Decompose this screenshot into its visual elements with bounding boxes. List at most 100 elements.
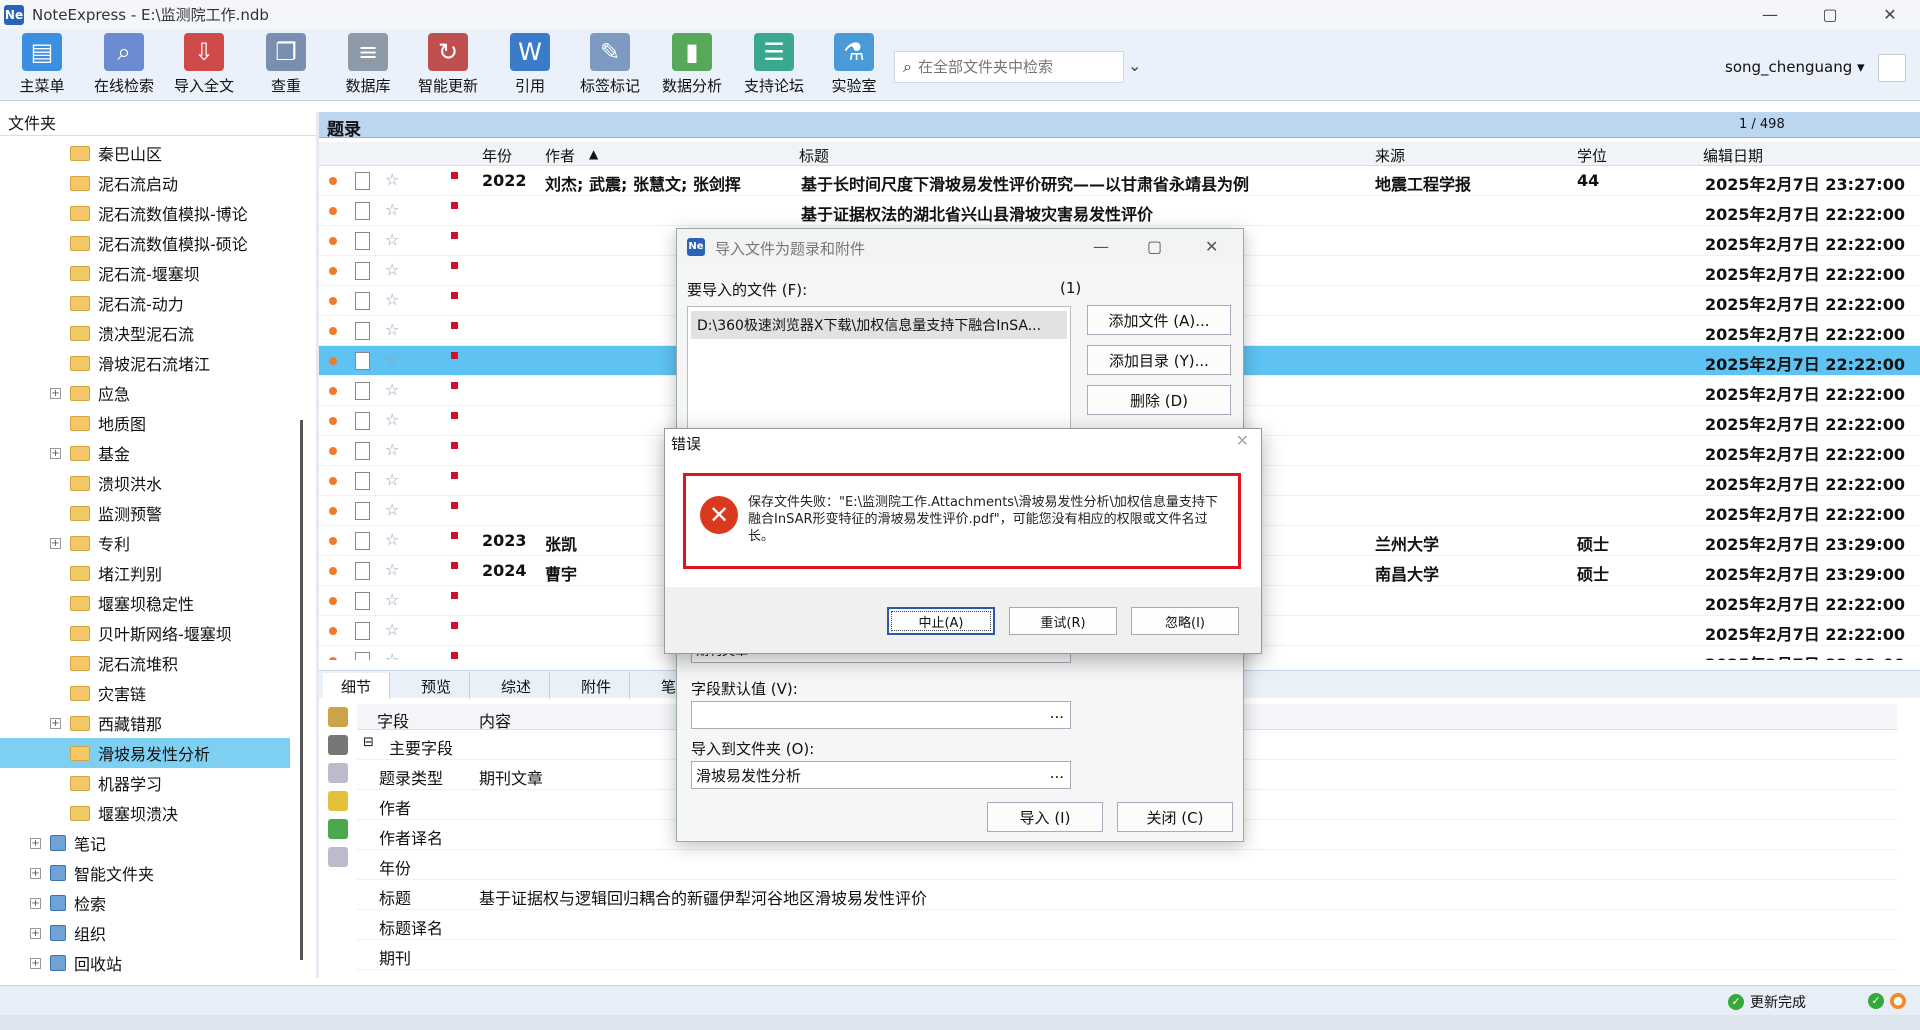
star-icon[interactable]: ☆ [385, 440, 399, 459]
field-row[interactable]: 标题 基于证据权与逻辑回归耦合的新疆伊犁河谷地区滑坡易发性评价 [357, 880, 1897, 910]
folder-item[interactable]: 泥石流数值模拟-硕论 [70, 228, 290, 258]
folder-scrollbar[interactable] [300, 420, 303, 960]
folder-item[interactable]: 滑坡易发性分析 [0, 738, 290, 768]
star-icon[interactable]: ☆ [385, 560, 399, 579]
folder-item[interactable]: + 应急 [50, 378, 290, 408]
file-list[interactable]: D:\360极速浏览器X下载\加权信息量支持下融合InSA... [687, 306, 1071, 436]
maximize-button[interactable]: ▢ [1800, 0, 1860, 29]
folder-item[interactable]: 地质图 [70, 408, 290, 438]
search-input[interactable] [917, 58, 1108, 76]
folder-item[interactable]: 滑坡泥石流堵江 [70, 348, 290, 378]
minimize-icon[interactable]: — [1093, 237, 1109, 256]
expand-icon[interactable]: + [50, 538, 61, 549]
star-icon[interactable]: ☆ [385, 410, 399, 429]
main-menu-button[interactable]: ▤ 主菜单 [6, 33, 78, 97]
online-search-button[interactable]: ⌕ 在线检索 [88, 33, 160, 97]
save-icon[interactable] [328, 735, 348, 755]
folder-item[interactable]: + 智能文件夹 [30, 858, 290, 888]
field-row[interactable]: 年份 [357, 850, 1897, 880]
column-header[interactable]: 年份 作者 ▲ 标题 来源 学位 编辑日期 [319, 142, 1920, 166]
folder-item[interactable]: 泥石流-动力 [70, 288, 290, 318]
avatar[interactable] [1878, 54, 1906, 82]
field-row[interactable]: 标题译名 [357, 910, 1897, 940]
column-title[interactable]: 标题 [799, 145, 829, 166]
column-year[interactable]: 年份 [482, 145, 512, 166]
folder-item[interactable]: 溃决型泥石流 [70, 318, 290, 348]
close-icon[interactable]: ✕ [1205, 237, 1218, 256]
folder-item[interactable]: 溃坝洪水 [70, 468, 290, 498]
expand-icon[interactable]: + [50, 388, 61, 399]
tab-detail[interactable]: 细节 [323, 673, 391, 699]
folder-item[interactable]: 堰塞坝溃决 [70, 798, 290, 828]
folder-item[interactable]: + 检索 [30, 888, 290, 918]
tab-attachments[interactable]: 附件 [563, 673, 631, 699]
expand-icon[interactable]: + [50, 448, 61, 459]
table-row[interactable]: ☆ 基于证据权法的湖北省兴山县滑坡灾害易发性评价 2025年2月7日 22:22:0… [319, 196, 1920, 226]
expand-icon[interactable]: + [30, 958, 41, 969]
folder-item[interactable]: + 笔记 [30, 828, 290, 858]
collapse-icon[interactable]: ⊟ [363, 735, 374, 750]
field-row[interactable]: 期刊 [357, 940, 1897, 970]
folder-item[interactable]: 灾害链 [70, 678, 290, 708]
folder-item[interactable]: + 专利 [50, 528, 290, 558]
column-author[interactable]: 作者 [545, 145, 575, 166]
copy-icon[interactable] [328, 763, 348, 783]
star-icon[interactable]: ☆ [385, 590, 399, 609]
folder-item[interactable]: 贝叶斯网络-堰塞坝 [70, 618, 290, 648]
field-value[interactable]: 基于证据权与逻辑回归耦合的新疆伊犁河谷地区滑坡易发性评价 [479, 885, 927, 909]
folder-item[interactable]: 监测预警 [70, 498, 290, 528]
star-icon[interactable]: ☆ [385, 230, 399, 249]
more-icon[interactable]: ... [1050, 764, 1064, 782]
smart-update-button[interactable]: ↻ 智能更新 [412, 33, 484, 97]
close-dialog-button[interactable]: 关闭 (C) [1117, 802, 1233, 832]
star-icon[interactable]: ☆ [385, 620, 399, 639]
field-value[interactable]: 期刊文章 [479, 765, 543, 789]
folder-item[interactable]: 泥石流-堰塞坝 [70, 258, 290, 288]
clean-icon[interactable] [328, 791, 348, 811]
star-icon[interactable]: ☆ [385, 320, 399, 339]
default-field[interactable]: ... [691, 701, 1071, 729]
add-file-button[interactable]: 添加文件 (A)... [1087, 305, 1231, 335]
retry-button[interactable]: 重试(R) [1009, 607, 1117, 635]
folder-item[interactable]: 泥石流数值模拟-博论 [70, 198, 290, 228]
close-button[interactable]: ✕ [1860, 0, 1920, 29]
duplicate-check-button[interactable]: ❐ 查重 [250, 33, 322, 97]
folder-item[interactable]: 泥石流启动 [70, 168, 290, 198]
star-icon[interactable]: ☆ [385, 350, 399, 369]
folder-item[interactable]: 机器学习 [70, 768, 290, 798]
star-icon[interactable]: ☆ [385, 650, 399, 660]
star-icon[interactable]: ☆ [385, 530, 399, 549]
column-date[interactable]: 编辑日期 [1703, 145, 1763, 166]
star-icon[interactable]: ☆ [385, 470, 399, 489]
chevron-down-icon[interactable]: ⌄ [1128, 56, 1141, 75]
folder-item[interactable]: + 组织 [30, 918, 290, 948]
folder-tree[interactable]: 秦巴山区 泥石流启动 泥石流数值模拟-博论 泥石流数值模拟-硕论 泥石流-堰塞坝 泥石流-… [0, 138, 300, 978]
folder-item[interactable]: 泥石流堆积 [70, 648, 290, 678]
column-source[interactable]: 来源 [1375, 145, 1405, 166]
star-icon[interactable]: ☆ [385, 500, 399, 519]
more-icon[interactable]: ... [1050, 704, 1064, 722]
folder-item[interactable]: 堰塞坝稳定性 [70, 588, 290, 618]
target-folder-field[interactable]: 滑坡易发性分析 ... [691, 761, 1071, 789]
star-icon[interactable]: ☆ [385, 290, 399, 309]
star-icon[interactable]: ☆ [385, 200, 399, 219]
column-degree[interactable]: 学位 [1577, 145, 1607, 166]
tab-preview[interactable]: 预览 [403, 673, 471, 699]
database-button[interactable]: ≡ 数据库 [332, 33, 404, 97]
add-dir-button[interactable]: 添加目录 (Y)... [1087, 345, 1231, 375]
star-icon[interactable]: ☆ [385, 380, 399, 399]
expand-icon[interactable]: + [30, 898, 41, 909]
data-analysis-button[interactable]: ▮ 数据分析 [656, 33, 728, 97]
maximize-icon[interactable]: ▢ [1147, 237, 1162, 256]
folder-item[interactable]: + 基金 [50, 438, 290, 468]
star-icon[interactable]: ☆ [385, 260, 399, 279]
star-icon[interactable]: ☆ [385, 170, 399, 189]
ignore-button[interactable]: 忽略(I) [1131, 607, 1239, 635]
expand-icon[interactable]: + [50, 718, 61, 729]
expand-icon[interactable]: + [30, 838, 41, 849]
cite-button[interactable]: W 引用 [494, 33, 566, 97]
folder-item[interactable]: 秦巴山区 [70, 138, 290, 168]
user-menu[interactable]: song_chenguang ▾ [1725, 58, 1865, 76]
folder-item[interactable]: + 回收站 [30, 948, 290, 978]
forum-button[interactable]: ☰ 支持论坛 [738, 33, 810, 97]
